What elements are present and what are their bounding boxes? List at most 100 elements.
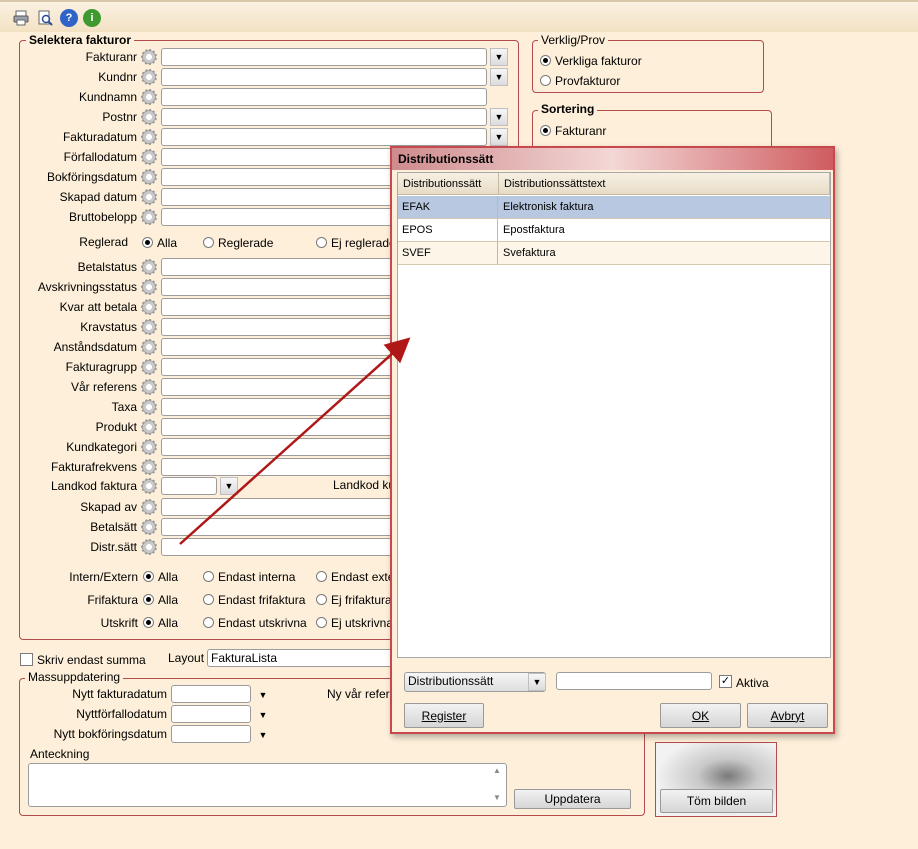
aktiva-checkbox[interactable]: ✓	[719, 675, 732, 688]
print-icon[interactable]	[12, 9, 30, 27]
gear-icon[interactable]	[140, 438, 158, 456]
gear-icon[interactable]	[140, 518, 158, 536]
utskrift-option-2-radio[interactable]	[316, 617, 327, 628]
gear-icon[interactable]	[140, 48, 158, 66]
gear-icon[interactable]	[140, 258, 158, 276]
field-4-input[interactable]	[161, 128, 487, 146]
landkod-faktura-dropdown[interactable]: ▼	[220, 477, 238, 495]
intern_extern-option-1-radio[interactable]	[203, 571, 214, 582]
table-row[interactable]: EFAK Elektronisk faktura	[398, 196, 830, 219]
table-row[interactable]: SVEF Svefaktura	[398, 242, 830, 265]
layout-input[interactable]: FakturaLista	[207, 649, 397, 667]
field-4-dropdown[interactable]: ▼	[490, 128, 508, 146]
status-field-9-input[interactable]	[161, 438, 401, 456]
gear-icon[interactable]	[140, 398, 158, 416]
status-field-8-input[interactable]	[161, 418, 401, 436]
status-field-10-input[interactable]	[161, 458, 401, 476]
filter-dropdown[interactable]: ▼	[528, 673, 546, 691]
field-5-label: Förfallodatum	[63, 150, 137, 164]
mass-update-legend: Massuppdatering	[25, 670, 124, 684]
table-row[interactable]: EPOS Epostfaktura	[398, 219, 830, 242]
gear-icon[interactable]	[140, 208, 158, 226]
help-icon[interactable]: ?	[60, 9, 78, 27]
gear-icon[interactable]	[140, 148, 158, 166]
landkod-faktura-input[interactable]	[161, 477, 217, 495]
gear-icon[interactable]	[140, 108, 158, 126]
frifaktura-option-0-radio[interactable]	[143, 594, 154, 605]
field-3-input[interactable]	[161, 108, 487, 126]
gear-icon[interactable]	[140, 168, 158, 186]
skriv-summa-checkbox[interactable]	[20, 653, 33, 666]
info-icon[interactable]: i	[83, 9, 101, 27]
mass-field-1-input[interactable]	[171, 705, 251, 723]
field-3-dropdown[interactable]: ▼	[490, 108, 508, 126]
clear-image-button[interactable]: Töm bilden	[660, 789, 773, 813]
status-field-7-input[interactable]	[161, 398, 401, 416]
utskrift-option-0-radio[interactable]	[143, 617, 154, 628]
ok-button[interactable]: OK	[660, 703, 741, 728]
status-field-4-input[interactable]	[161, 338, 401, 356]
status-field-1-input[interactable]	[161, 278, 401, 296]
register-button[interactable]: Register	[404, 703, 484, 728]
mass-field-0-dropdown[interactable]: ▼	[254, 686, 272, 704]
gear-icon[interactable]	[140, 418, 158, 436]
field-1-input[interactable]	[161, 68, 487, 86]
gear-icon[interactable]	[140, 538, 158, 556]
intern_extern-option-0-radio[interactable]	[143, 571, 154, 582]
mass-field-2-label: Nytt bokföringsdatum	[53, 727, 167, 741]
dialog-title: Distributionssätt	[392, 148, 833, 170]
reglerad-ej-radio[interactable]	[316, 237, 327, 248]
sortering-fakturanr-radio[interactable]	[540, 125, 551, 136]
status-field-6-input[interactable]	[161, 378, 401, 396]
print-preview-icon[interactable]	[36, 9, 54, 27]
misc-field-0-input[interactable]	[161, 498, 401, 516]
column-header-code[interactable]: Distributionssätt	[398, 173, 499, 195]
status-field-5-input[interactable]	[161, 358, 401, 376]
scroll-down-icon[interactable]: ▼	[493, 793, 501, 802]
gear-icon[interactable]	[140, 458, 158, 476]
status-field-2-label: Kvar att betala	[59, 300, 137, 314]
chevron-down-icon: ▼	[532, 677, 542, 687]
reglerad-alla-radio[interactable]	[142, 237, 153, 248]
column-header-text[interactable]: Distributionssättstext	[499, 173, 830, 195]
gear-icon[interactable]	[140, 318, 158, 336]
gear-icon[interactable]	[140, 378, 158, 396]
gear-icon[interactable]	[140, 128, 158, 146]
mass-field-0-input[interactable]	[171, 685, 251, 703]
filter-select[interactable]: Distributionssätt	[404, 672, 546, 692]
gear-icon[interactable]	[140, 188, 158, 206]
reglerad-reglerade-radio[interactable]	[203, 237, 214, 248]
mass-field-2-dropdown[interactable]: ▼	[254, 726, 272, 744]
row-code: SVEF	[398, 242, 498, 264]
mass-field-2-input[interactable]	[171, 725, 251, 743]
gear-icon[interactable]	[140, 498, 158, 516]
field-1-dropdown[interactable]: ▼	[490, 68, 508, 86]
status-field-0-input[interactable]	[161, 258, 401, 276]
field-0-dropdown[interactable]: ▼	[490, 48, 508, 66]
gear-icon[interactable]	[140, 88, 158, 106]
status-field-2-input[interactable]	[161, 298, 401, 316]
gear-icon[interactable]	[140, 68, 158, 86]
misc-field-1-input[interactable]	[161, 518, 401, 536]
intern_extern-option-2-radio[interactable]	[316, 571, 327, 582]
gear-icon[interactable]	[140, 477, 158, 495]
mass-field-1-dropdown[interactable]: ▼	[254, 706, 272, 724]
frifaktura-option-2-radio[interactable]	[316, 594, 327, 605]
cancel-button[interactable]: Avbryt	[747, 703, 828, 728]
field-2-input[interactable]	[161, 88, 487, 106]
gear-icon[interactable]	[140, 278, 158, 296]
misc-field-2-input[interactable]	[161, 538, 401, 556]
scroll-up-icon[interactable]: ▲	[493, 766, 501, 775]
status-field-3-input[interactable]	[161, 318, 401, 336]
utskrift-option-1-radio[interactable]	[203, 617, 214, 628]
filter-input[interactable]	[556, 672, 712, 690]
verkliga-fakturor-radio[interactable]	[540, 55, 551, 66]
gear-icon[interactable]	[140, 338, 158, 356]
gear-icon[interactable]	[140, 358, 158, 376]
gear-icon[interactable]	[140, 298, 158, 316]
provfakturor-radio[interactable]	[540, 75, 551, 86]
update-button[interactable]: Uppdatera	[514, 789, 631, 809]
field-0-input[interactable]	[161, 48, 487, 66]
frifaktura-option-1-radio[interactable]	[203, 594, 214, 605]
anteckning-textarea[interactable]	[28, 763, 507, 807]
